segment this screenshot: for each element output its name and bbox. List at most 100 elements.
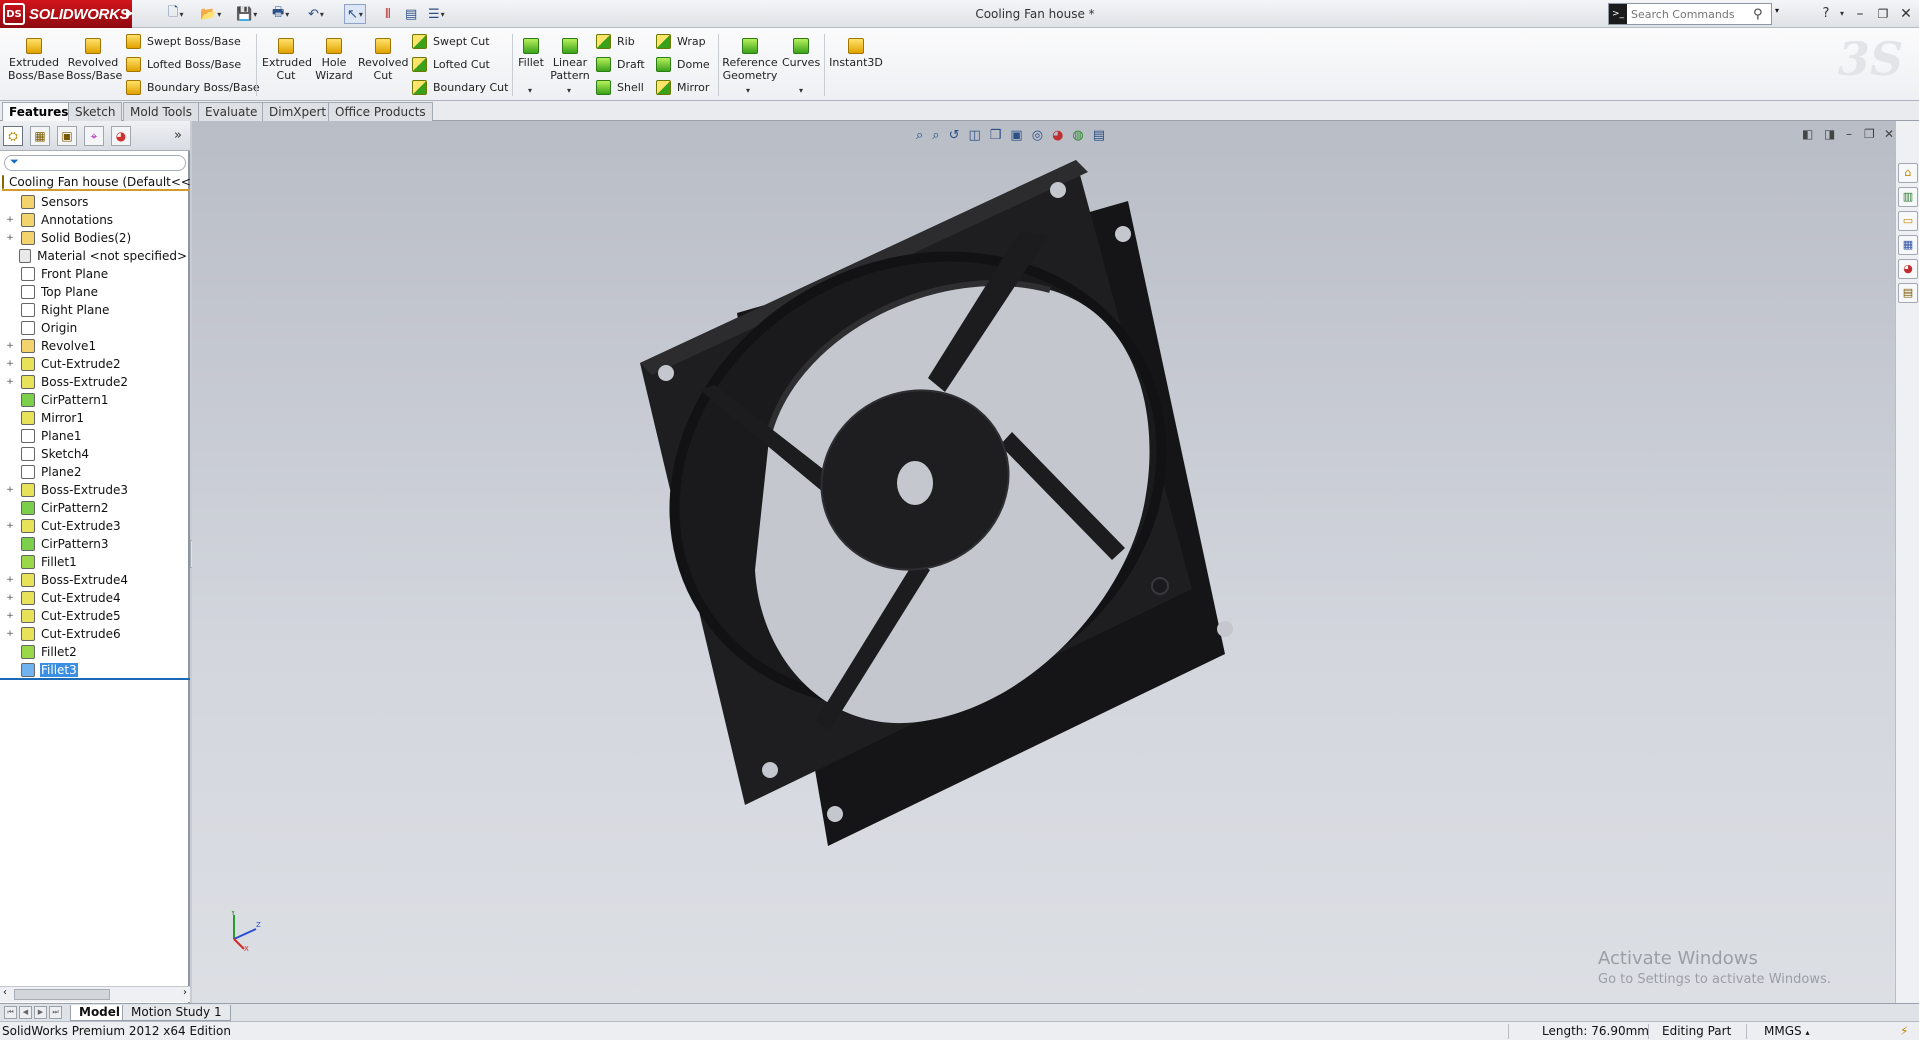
scroll-right-icon[interactable]: › [183, 987, 187, 998]
graphics-area[interactable]: ⌕ ⌕ ↺ ◫ ❒ ▣ ◎ ◕ ◍ ▤ ◧ ◨ – ❐ ✕ Y Z X Acti… [192, 121, 1895, 1003]
tree-item[interactable]: Sensors [0, 193, 188, 211]
expand-toggle-icon[interactable]: + [5, 341, 15, 351]
fillet-dropdown-icon[interactable]: ▾ [528, 86, 532, 95]
dimxpert-manager-tab[interactable]: ⌖ [84, 126, 104, 146]
swept-cut-button[interactable]: Swept Cut [412, 32, 490, 50]
expand-toggle-icon[interactable]: + [5, 575, 15, 585]
tree-item[interactable]: CirPattern3 [0, 535, 188, 553]
tree-item[interactable]: + Cut-Extrude4 [0, 589, 188, 607]
tree-item[interactable]: + Boss-Extrude3 [0, 481, 188, 499]
tree-filter-bar[interactable]: ⏷ [4, 155, 186, 171]
menu-expand-arrow-icon[interactable]: ▶ [126, 5, 136, 23]
prev-tab-icon[interactable]: ◀ [19, 1006, 32, 1019]
restore-window-button[interactable]: ❐ [1873, 4, 1893, 24]
print-button[interactable]: 🖶 ▾ [272, 4, 289, 24]
hole-wizard-button[interactable]: Hole Wizard [312, 38, 356, 82]
file-properties-button[interactable]: ▤ [405, 4, 417, 24]
tree-item[interactable]: Fillet1 [0, 553, 188, 571]
tree-item[interactable]: + Solid Bodies(2) [0, 229, 188, 247]
tab-evaluate[interactable]: Evaluate [198, 102, 265, 121]
tree-item[interactable]: Material <not specified> [0, 247, 188, 265]
tree-item[interactable]: + Cut-Extrude6 [0, 625, 188, 643]
extruded-boss-button[interactable]: Extruded Boss/Base [8, 38, 64, 82]
help-dropdown-icon[interactable]: ▾ [1832, 4, 1852, 24]
expand-toggle-icon[interactable]: + [5, 377, 15, 387]
dome-button[interactable]: Dome [656, 55, 710, 73]
tree-root-part[interactable]: Cooling Fan house (Default<<D [2, 174, 190, 191]
lofted-cut-button[interactable]: Lofted Cut [412, 55, 490, 73]
tree-item[interactable]: CirPattern1 [0, 391, 188, 409]
expand-toggle-icon[interactable]: + [5, 359, 15, 369]
tree-item[interactable]: Plane2 [0, 463, 188, 481]
expand-toggle-icon[interactable]: + [5, 215, 15, 225]
shell-button[interactable]: Shell [596, 78, 644, 96]
options-button[interactable]: ☰ ▾ [428, 4, 445, 24]
expand-toggle-icon[interactable]: + [5, 521, 15, 531]
close-window-button[interactable]: ✕ [1896, 4, 1916, 24]
rollback-bar[interactable] [0, 678, 190, 680]
cooling-fan-model[interactable] [192, 121, 1895, 1003]
tree-item[interactable]: + Cut-Extrude5 [0, 607, 188, 625]
display-manager-tab[interactable]: ◕ [111, 126, 131, 146]
tree-item[interactable]: Origin [0, 319, 188, 337]
view-palette-tab[interactable]: ▦ [1898, 235, 1918, 255]
solidworks-logo[interactable]: DS SOLIDWORKS [0, 0, 132, 28]
extruded-cut-button[interactable]: Extruded Cut [262, 38, 312, 82]
more-tabs-chevron-icon[interactable]: » [174, 128, 182, 143]
fillet-button[interactable]: Fillet [518, 38, 544, 69]
reference-geometry-button[interactable]: Reference Geometry [722, 38, 778, 82]
tab-dimxpert[interactable]: DimXpert [262, 102, 334, 121]
linear-pattern-button[interactable]: Linear Pattern [548, 38, 592, 82]
file-explorer-tab[interactable]: ▭ [1898, 211, 1918, 231]
curves-dropdown-icon[interactable]: ▾ [799, 86, 803, 95]
instant3d-button[interactable]: Instant3D [828, 38, 884, 69]
boundary-cut-button[interactable]: Boundary Cut [412, 78, 508, 96]
select-button[interactable]: ↖ ▾ [344, 4, 366, 24]
linear-pattern-dropdown-icon[interactable]: ▾ [567, 86, 571, 95]
tree-item[interactable]: + Boss-Extrude2 [0, 373, 188, 391]
design-library-tab[interactable]: ▥ [1898, 187, 1918, 207]
solidworks-resources-tab[interactable]: ⌂ [1898, 163, 1918, 183]
next-tab-icon[interactable]: ▶ [34, 1006, 47, 1019]
draft-button[interactable]: Draft [596, 55, 645, 73]
revolved-cut-button[interactable]: Revolved Cut [358, 38, 408, 82]
tree-item[interactable]: + Annotations [0, 211, 188, 229]
search-dropdown-icon[interactable]: ▾ [1775, 6, 1779, 15]
tab-model[interactable]: Model [70, 1005, 130, 1021]
tree-item[interactable]: Mirror1 [0, 409, 188, 427]
tab-office-products[interactable]: Office Products [328, 102, 433, 121]
revolved-boss-button[interactable]: Revolved Boss/Base [66, 38, 122, 82]
custom-properties-tab[interactable]: ▤ [1898, 283, 1918, 303]
tree-item[interactable]: Fillet2 [0, 643, 188, 661]
expand-toggle-icon[interactable]: + [5, 485, 15, 495]
rib-button[interactable]: Rib [596, 32, 635, 50]
lofted-boss-button[interactable]: Lofted Boss/Base [126, 55, 241, 73]
tree-item[interactable]: Sketch4 [0, 445, 188, 463]
tab-features[interactable]: Features [2, 102, 76, 121]
tree-item[interactable]: Right Plane [0, 301, 188, 319]
tree-item[interactable]: Plane1 [0, 427, 188, 445]
expand-toggle-icon[interactable]: + [5, 233, 15, 243]
tree-item[interactable]: Front Plane [0, 265, 188, 283]
search-input[interactable] [1631, 7, 1751, 21]
configuration-manager-tab[interactable]: ▣ [57, 126, 77, 146]
property-manager-tab[interactable]: ▦ [30, 126, 50, 146]
tree-item[interactable]: Top Plane [0, 283, 188, 301]
rebuild-button[interactable]: ⦀ [385, 4, 391, 24]
tree-horizontal-scrollbar[interactable]: ‹ › [0, 986, 190, 1002]
first-tab-icon[interactable]: ⏮ [4, 1006, 17, 1019]
mirror-button[interactable]: Mirror [656, 78, 709, 96]
scroll-thumb[interactable] [14, 989, 110, 1000]
unit-system-selector[interactable]: MMGS ▴ [1764, 1024, 1809, 1038]
wrap-button[interactable]: Wrap [656, 32, 706, 50]
search-icon[interactable]: ⚲ [1753, 7, 1763, 22]
tree-item[interactable]: CirPattern2 [0, 499, 188, 517]
appearances-tab[interactable]: ◕ [1898, 259, 1918, 279]
tree-item[interactable]: + Boss-Extrude4 [0, 571, 188, 589]
rebuild-status-icon[interactable]: ⚡ [1900, 1024, 1908, 1038]
open-button[interactable]: 📂 ▾ [200, 4, 221, 24]
feature-manager-tab[interactable]: ⛭ [3, 126, 23, 146]
minimize-window-button[interactable]: – [1850, 4, 1870, 24]
tab-motion-study-1[interactable]: Motion Study 1 [122, 1005, 231, 1021]
tree-item[interactable]: + Cut-Extrude2 [0, 355, 188, 373]
